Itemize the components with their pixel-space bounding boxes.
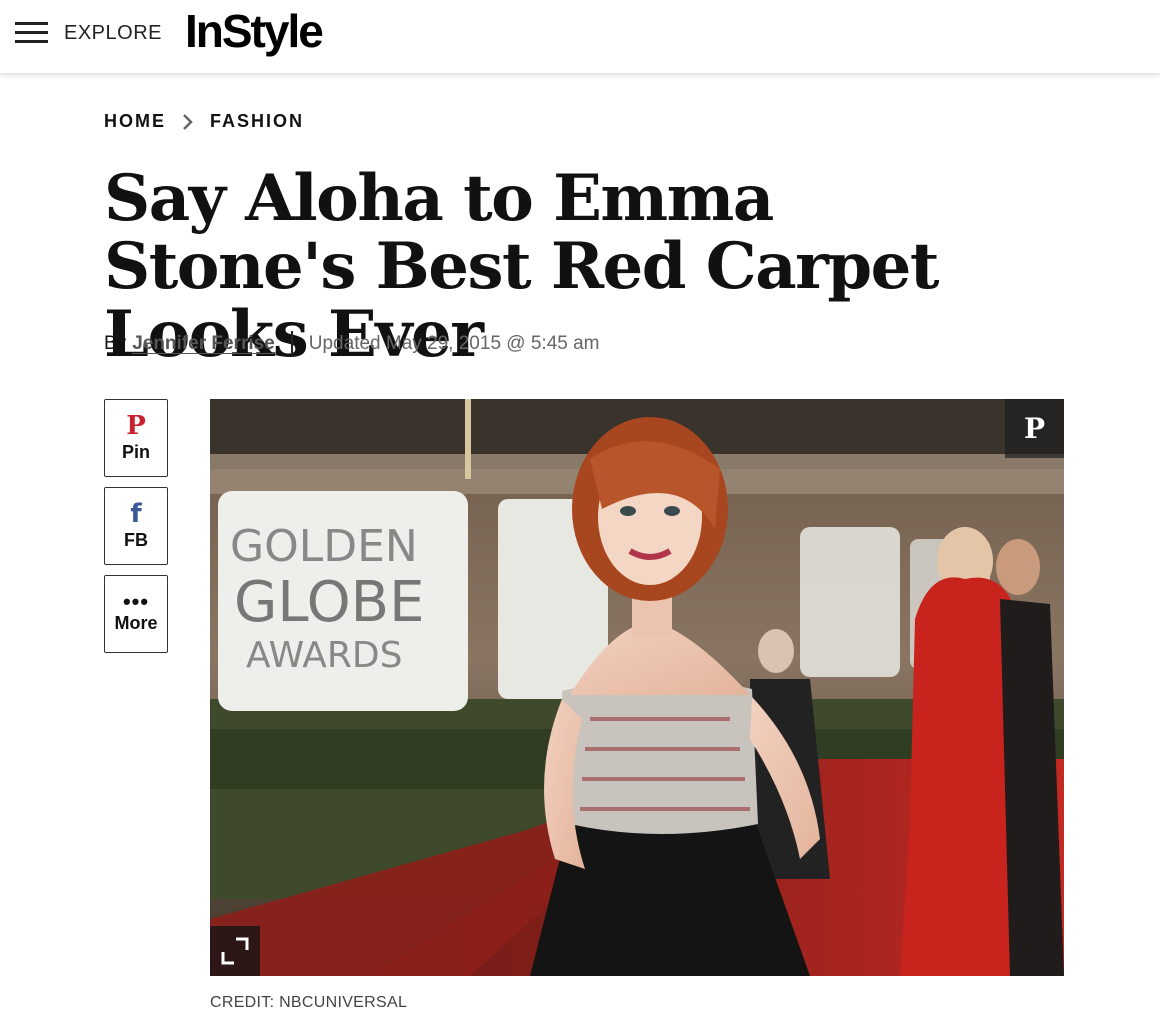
breadcrumb-home-link[interactable]: HOME	[104, 111, 166, 132]
site-header: EXPLORE InStyle	[0, 0, 1160, 74]
sign-text-awards: AWARDS	[246, 635, 403, 676]
hero-pin-button[interactable]: P	[1005, 399, 1064, 458]
expand-icon	[221, 937, 249, 965]
explore-button[interactable]: EXPLORE	[64, 22, 162, 45]
share-pin-label: Pin	[121, 441, 150, 462]
breadcrumb-fashion-link[interactable]: FASHION	[210, 111, 304, 132]
byline-prefix: By	[104, 333, 127, 354]
pinterest-icon: P	[126, 410, 146, 441]
sign-text-globe: GLOBE	[234, 570, 424, 635]
site-logo[interactable]: InStyle	[185, 4, 324, 58]
byline: By Jennifer Ferrise Updated May 29, 2015…	[104, 329, 600, 359]
facebook-icon: f	[130, 498, 142, 529]
share-fb-label: FB	[124, 529, 148, 550]
chevron-right-icon	[166, 110, 210, 132]
share-pin-button[interactable]: P Pin	[104, 399, 168, 477]
sign-text-golden: GOLDEN	[230, 521, 418, 572]
breadcrumb: HOME FASHION	[104, 110, 304, 132]
ellipsis-icon: •••	[122, 588, 150, 614]
share-facebook-button[interactable]: f FB	[104, 487, 168, 565]
image-credit: CREDIT: NBCUNIVERSAL	[210, 994, 408, 1011]
hero-image[interactable]: GOLDEN GLOBE AWARDS P	[210, 399, 1064, 976]
updated-timestamp: Updated May 29, 2015 @ 5:45 am	[308, 333, 600, 354]
share-more-label: More	[114, 612, 158, 633]
share-more-button[interactable]: ••• More	[104, 575, 168, 653]
hamburger-menu-icon[interactable]	[15, 22, 48, 46]
pinterest-icon: P	[1023, 412, 1046, 445]
hero-photo-illustration: GOLDEN GLOBE AWARDS	[210, 399, 1064, 976]
expand-image-button[interactable]	[210, 926, 260, 976]
author-link[interactable]: Jennifer Ferrise	[132, 333, 275, 355]
byline-divider	[290, 331, 293, 357]
